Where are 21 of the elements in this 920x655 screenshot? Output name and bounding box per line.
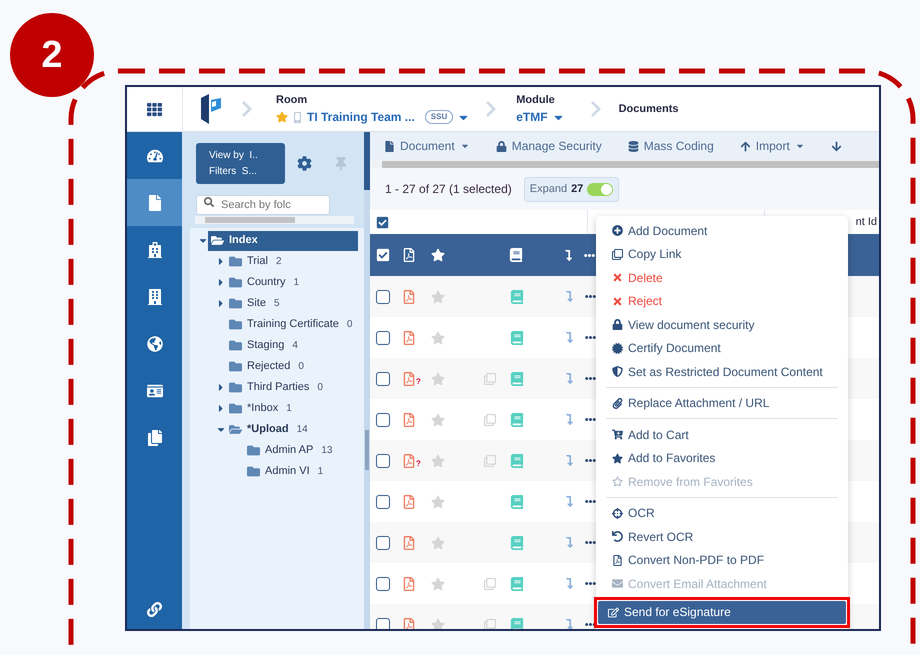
step-badge: 2 (10, 13, 94, 97)
question-mark: ? (416, 460, 421, 468)
item-count: 0 (346, 318, 352, 332)
item-count: 1 (286, 402, 292, 416)
item-count: 1 (318, 465, 324, 479)
expand-label: Expand (530, 182, 568, 197)
item-count: 13 (321, 444, 332, 458)
page-title: Documents (618, 102, 678, 117)
item-count: 0 (317, 381, 323, 395)
item-count: 1 (294, 276, 300, 290)
item-count: 2 (276, 255, 282, 269)
breadcrumb-label: Module (516, 92, 556, 108)
item-count: 4 (292, 339, 298, 353)
room-tag: SSU (424, 110, 454, 124)
question-mark: ? (416, 378, 421, 386)
result-summary: 1 - 27 of 27 (1 selected) (385, 181, 512, 198)
item-count: 5 (274, 297, 280, 311)
item-count: 0 (298, 360, 304, 374)
expand-count: 27 (571, 182, 584, 197)
breadcrumb-label: Room (276, 92, 308, 108)
item-count: 14 (296, 423, 308, 437)
